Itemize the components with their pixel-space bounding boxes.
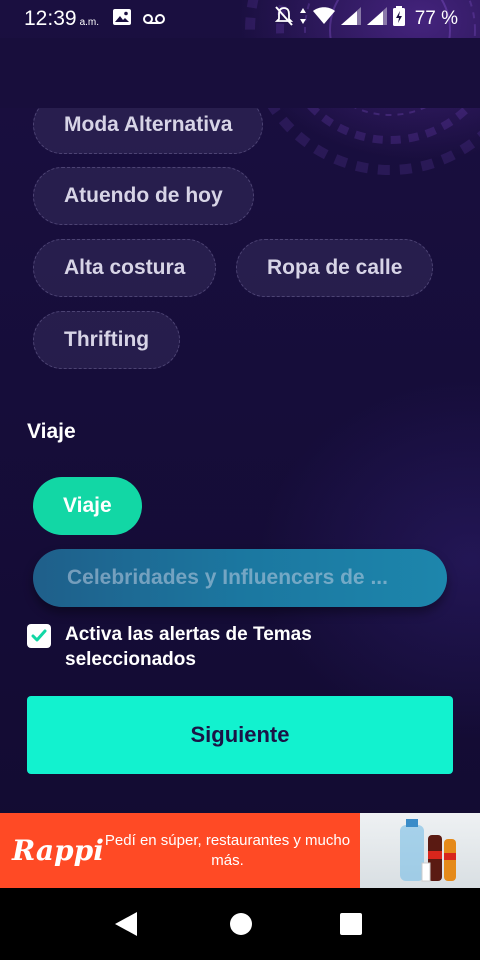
battery-percent: 77 %: [414, 8, 458, 29]
image-icon: [113, 8, 132, 31]
data-arrows-icon: [299, 7, 307, 31]
chip-viaje[interactable]: Viaje: [33, 477, 142, 535]
chip-label: Ropa de calle: [267, 256, 403, 279]
mute-notification-icon: [274, 6, 293, 32]
alerts-checkbox[interactable]: [27, 624, 51, 648]
check-icon: [31, 629, 47, 642]
clock: 12:39: [24, 7, 77, 30]
chip-label: Alta costura: [64, 256, 186, 279]
next-button-label: Siguiente: [190, 722, 290, 747]
next-button[interactable]: Siguiente: [27, 696, 453, 774]
signal-icon: [340, 7, 361, 31]
battery-icon: [392, 6, 405, 32]
square-recents-icon[interactable]: [340, 913, 362, 940]
alerts-label: Activa las alertas de Temas seleccionado…: [65, 624, 312, 670]
chip-celebridades-influencers[interactable]: Celebridades y Influencers de ...: [33, 549, 447, 607]
clock-ampm: a.m.: [79, 16, 100, 28]
wifi-icon: [312, 7, 335, 31]
chip-label: Thrifting: [64, 328, 150, 351]
section-title-viaje: Viaje: [27, 420, 76, 443]
triangle-back-icon[interactable]: [113, 910, 139, 943]
chip-label: Viaje: [63, 494, 112, 517]
chip-atuendo-de-hoy[interactable]: Atuendo de hoy: [33, 167, 254, 225]
chip-alta-costura[interactable]: Alta costura: [33, 239, 217, 297]
voicemail-icon: [143, 8, 166, 31]
alerts-checkbox-row[interactable]: Activa las alertas de Temas seleccionado…: [27, 622, 365, 672]
ad-brand-logo: Rappi: [12, 834, 104, 867]
ad-text: Pedí en súper, restaurantes y mucho más.: [104, 831, 351, 869]
ad-product-image: [360, 813, 480, 888]
screen: 12:39 a.m. 77 % Moda Alternativa Atuendo…: [0, 0, 480, 960]
chip-thrifting[interactable]: Thrifting: [33, 311, 181, 369]
status-bar: 12:39 a.m. 77 %: [0, 0, 480, 38]
chip-label: Atuendo de hoy: [64, 184, 223, 207]
header-mask: [0, 38, 480, 108]
chip-label: Moda Alternativa: [64, 113, 233, 136]
system-nav-bar: [0, 888, 480, 960]
chip-label: Celebridades y Influencers de ...: [67, 566, 388, 589]
chip-ropa-de-calle[interactable]: Ropa de calle: [236, 239, 434, 297]
circle-home-icon[interactable]: [229, 912, 253, 941]
ad-banner[interactable]: Rappi Pedí en súper, restaurantes y much…: [0, 813, 480, 888]
signal-icon: [366, 7, 387, 31]
